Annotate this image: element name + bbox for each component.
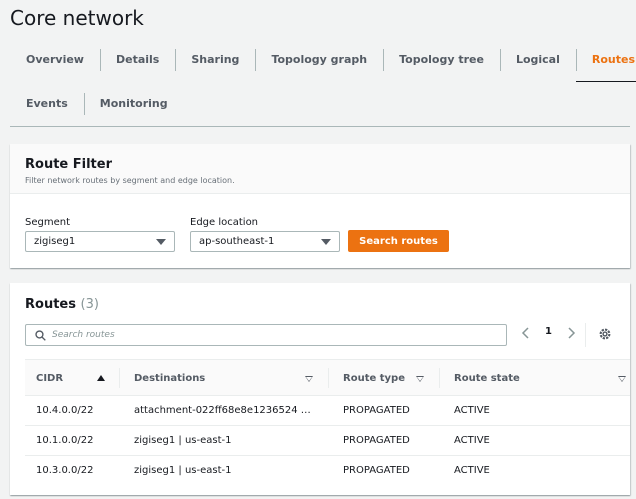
sort-icon[interactable] [416,376,424,382]
routes-panel: Routes (3) Search routes 1 CIDR Destinat… [10,283,630,495]
column-divider [119,368,120,388]
cell-destinations: zigiseg1 | us-east-1 [134,465,232,476]
routes-count: (3) [80,297,99,312]
cell-destinations: zigiseg1 | us-east-1 [134,435,232,446]
tab-list-row-1: Overview Details Sharing Topology graph … [10,42,636,82]
routes-title: Routes [25,297,76,312]
tab-events[interactable]: Events [10,86,84,122]
page-number[interactable]: 1 [545,326,552,337]
caret-down-icon [156,238,166,245]
cell-cidr: 10.1.0.0/22 [36,435,94,446]
tab-list-row-2: Events Monitoring [10,86,184,122]
route-filter-description: Filter network routes by segment and edg… [25,176,235,185]
table-header: CIDR Destinations Route type Route state [25,359,630,396]
segment-label: Segment [25,217,70,228]
cell-cidr: 10.4.0.0/22 [36,405,94,416]
cell-route-type: PROPAGATED [343,435,410,446]
sort-icon[interactable] [618,376,626,382]
edge-location-field: Edge location ap-southeast-1 [190,217,340,252]
edge-location-select[interactable]: ap-southeast-1 [190,231,340,252]
cell-route-state: ACTIVE [454,465,490,476]
tab-monitoring[interactable]: Monitoring [83,86,184,122]
caret-down-icon [321,238,331,245]
table-row: 10.3.0.0/22 zigiseg1 | us-east-1 PROPAGA… [25,456,630,486]
search-routes-button[interactable]: Search routes [348,230,449,252]
table-row: 10.4.0.0/22 attachment-022ff68e8e1236524… [25,396,630,426]
tab-topology-graph[interactable]: Topology graph [255,42,383,78]
cell-destinations: attachment-022ff68e8e1236524 | ap-southe… [134,405,314,416]
chevron-left-icon[interactable] [521,326,531,340]
routes-header: Routes (3) [25,297,99,312]
chevron-right-icon[interactable] [566,326,576,340]
search-routes-input[interactable]: Search routes [25,324,507,346]
page-title: Core network [10,6,144,30]
segment-select[interactable]: zigiseg1 [25,231,175,252]
cell-route-type: PROPAGATED [343,465,410,476]
tab-routes[interactable]: Routes [575,42,636,82]
column-header-route-state[interactable]: Route state [454,360,520,396]
route-filter-title: Route Filter [25,157,112,172]
sort-icon[interactable] [305,376,313,382]
search-icon [35,329,46,341]
column-header-cidr[interactable]: CIDR [36,360,63,396]
cell-route-state: ACTIVE [454,405,490,416]
column-header-destinations[interactable]: Destinations [134,360,205,396]
search-routes-placeholder: Search routes [52,330,115,340]
table-row: 10.1.0.0/22 zigiseg1 | us-east-1 PROPAGA… [25,426,630,456]
pager-divider [585,323,586,347]
route-filter-header: Route Filter Filter network routes by se… [10,144,630,194]
column-divider [328,368,329,388]
cell-cidr: 10.3.0.0/22 [36,465,94,476]
tab-sharing[interactable]: Sharing [175,42,255,78]
column-divider [439,368,440,388]
tab-details[interactable]: Details [99,42,175,78]
edge-location-select-value: ap-southeast-1 [199,236,275,247]
tab-logical[interactable]: Logical [499,42,576,78]
segment-select-value: zigiseg1 [34,236,76,247]
tab-topology-tree[interactable]: Topology tree [383,42,500,78]
segment-field: Segment zigiseg1 [25,217,175,252]
column-header-route-type[interactable]: Route type [343,360,405,396]
route-filter-panel: Route Filter Filter network routes by se… [10,144,630,268]
edge-location-label: Edge location [190,217,259,228]
sort-ascending-icon[interactable] [97,375,105,381]
cell-route-type: PROPAGATED [343,405,410,416]
cell-route-state: ACTIVE [454,435,490,446]
gear-icon[interactable] [598,327,612,341]
tab-overview[interactable]: Overview [10,42,100,78]
tab-divider [10,126,630,127]
